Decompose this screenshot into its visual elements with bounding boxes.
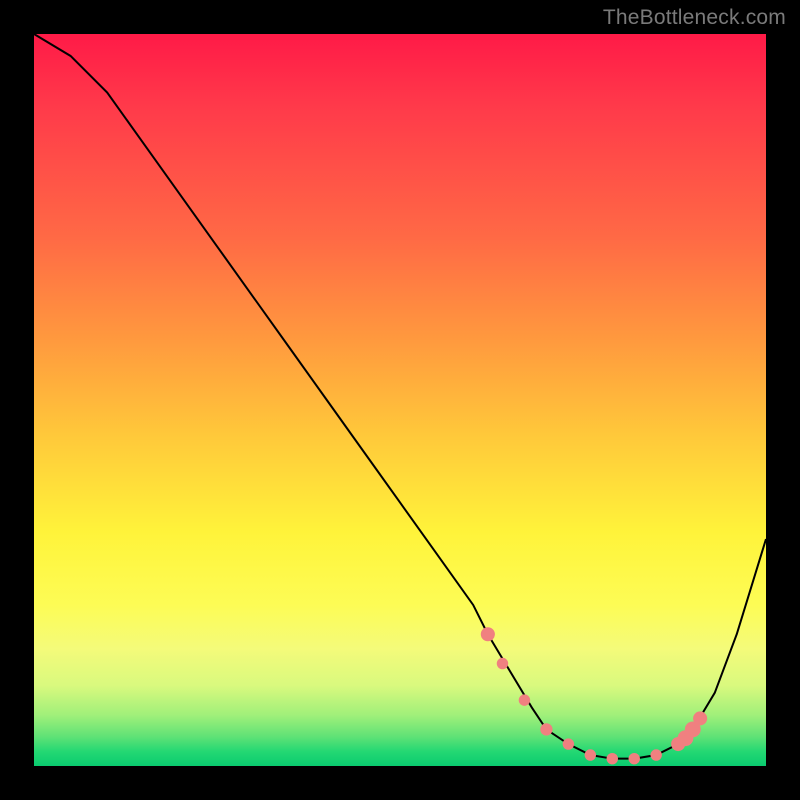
- curve-marker: [481, 627, 495, 641]
- curve-marker: [650, 749, 661, 760]
- curve-marker: [497, 658, 508, 669]
- curve-marker: [563, 738, 574, 749]
- bottleneck-curve: [34, 34, 766, 759]
- chart-frame: TheBottleneck.com: [0, 0, 800, 800]
- curve-marker: [519, 694, 530, 705]
- marker-group: [481, 627, 707, 764]
- watermark-label: TheBottleneck.com: [603, 6, 786, 30]
- curve-marker: [607, 753, 618, 764]
- curve-marker: [693, 711, 707, 725]
- chart-overlay: [34, 34, 766, 766]
- curve-marker: [585, 749, 596, 760]
- curve-marker: [629, 753, 640, 764]
- curve-marker: [540, 723, 552, 735]
